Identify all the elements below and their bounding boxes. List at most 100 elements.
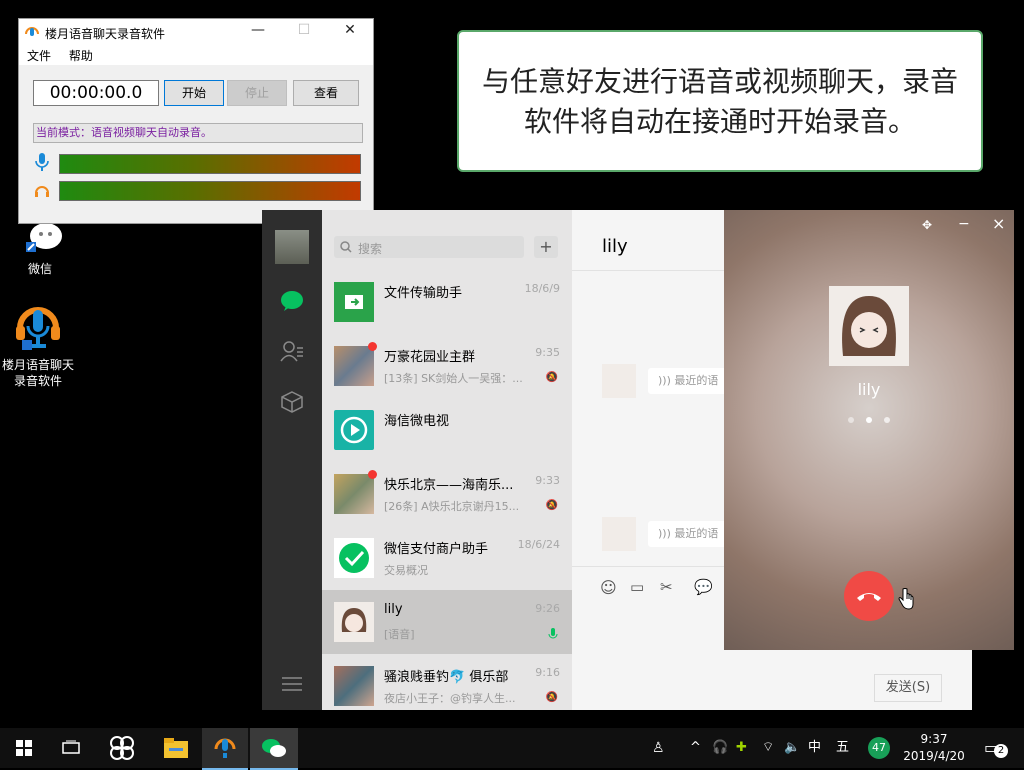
mute-icon: 🔕 <box>545 500 558 511</box>
close-button[interactable]: × <box>992 214 1005 233</box>
pin-button[interactable]: ✥ <box>922 218 932 232</box>
chat-title: lily <box>602 236 628 257</box>
item-time: 9:35 <box>535 346 560 359</box>
volume-icon[interactable]: 🔈 <box>784 728 800 768</box>
network-icon[interactable]: ⌔ <box>762 728 774 768</box>
microphone-icon <box>548 628 558 639</box>
close-button[interactable]: ✕ <box>327 22 373 38</box>
clock[interactable]: 9:37 2019/4/20 <box>896 731 972 765</box>
timer-display: 00:00:00.0 <box>33 80 159 106</box>
minimize-button[interactable]: — <box>235 22 281 38</box>
phone-hangup-icon <box>857 593 881 601</box>
item-name: 万豪花园业主群 <box>384 350 476 365</box>
list-item[interactable]: 文件传输助手 18/6/9 <box>322 270 572 334</box>
item-name: 快乐北京——海南乐... <box>384 478 514 493</box>
callee-avatar <box>829 286 909 366</box>
taskbar-wechat[interactable] <box>250 728 298 770</box>
voice-wave-icon: ))) <box>658 374 671 387</box>
ime-lang[interactable]: 中 <box>808 728 821 768</box>
item-name: 海信微电视 <box>384 414 450 429</box>
list-item[interactable]: 微信支付商户助手 18/6/24 交易概况 <box>322 526 572 590</box>
wechat-icon <box>262 739 286 757</box>
send-button[interactable]: 发送(S) <box>874 674 942 702</box>
clock-date: 2019/4/20 <box>903 749 965 763</box>
play-icon <box>340 416 368 444</box>
wechat-nav <box>262 210 322 710</box>
list-item[interactable]: 骚浪贱垂钓🐬 俱乐部 9:16 夜店小王子：@钓享人生... 🔕 <box>322 654 572 718</box>
recorder-window: 楼月语音聊天录音软件 — ☐ ✕ 文件 帮助 00:00:00.0 开始 停止 … <box>18 18 374 224</box>
pinwheel-app-icon[interactable] <box>110 736 134 760</box>
desktop-icon-label: 楼月语音聊天 录音软件 <box>2 358 75 388</box>
hangup-button[interactable] <box>844 571 894 621</box>
menu-file[interactable]: 文件 <box>27 49 51 63</box>
list-item[interactable]: 快乐北京——海南乐... 9:33 [26条] A快乐北京谢丹15... 🔕 <box>322 462 572 526</box>
clock-time: 9:37 <box>920 732 948 746</box>
chevron-up-icon[interactable]: ^ <box>690 728 701 768</box>
conversation-list: 搜索 + 文件传输助手 18/6/9 万豪花园业主群 9:35 [13条] SK… <box>322 210 572 710</box>
check-icon <box>339 543 369 573</box>
chat-icon[interactable] <box>280 290 304 312</box>
desktop-icon-recorder[interactable]: 楼月语音聊天 录音软件 <box>2 300 74 389</box>
notification-icon[interactable]: ▭ 2 <box>984 738 1008 758</box>
speaker-level-meter <box>59 181 361 201</box>
item-time: 9:26 <box>535 602 560 615</box>
group-avatar <box>334 666 374 706</box>
item-name: 文件传输助手 <box>384 286 463 301</box>
add-button[interactable]: + <box>534 236 558 258</box>
scissors-icon[interactable]: ✂ <box>660 578 673 596</box>
list-item[interactable]: 海信微电视 <box>322 398 572 462</box>
item-time: 9:16 <box>535 666 560 679</box>
recorder-titlebar[interactable]: 楼月语音聊天录音软件 — ☐ ✕ <box>19 19 373 47</box>
item-preview: [语音] <box>384 628 415 641</box>
recorder-tray-icon[interactable]: 🎧 <box>712 728 728 768</box>
taskbar-recorder[interactable] <box>202 728 248 770</box>
windows-start-icon[interactable] <box>16 740 32 756</box>
menu-help[interactable]: 帮助 <box>69 49 93 63</box>
item-preview: 夜店小王子：@钓享人生... <box>384 692 516 705</box>
headphones-icon <box>35 186 49 197</box>
recorder-menubar: 文件 帮助 <box>19 47 373 65</box>
notification-count: 2 <box>994 744 1008 758</box>
headset-mic-icon <box>16 307 60 350</box>
minimize-button[interactable]: − <box>958 216 970 232</box>
item-preview: 交易概况 <box>384 564 428 577</box>
headset-mic-icon <box>214 738 236 758</box>
folder-icon[interactable]: ▭ <box>630 578 644 596</box>
unread-dot <box>368 470 377 479</box>
list-item-selected[interactable]: lily 9:26 [语音] <box>322 590 572 654</box>
mute-icon: 🔕 <box>545 692 558 703</box>
connecting-dot <box>866 417 872 423</box>
maximize-button[interactable]: ☐ <box>281 22 327 38</box>
search-input[interactable]: 搜索 <box>334 236 524 258</box>
item-preview: [26条] A快乐北京谢丹15... <box>384 500 520 513</box>
menu-icon[interactable] <box>282 676 302 692</box>
voice-wave-icon: ))) <box>658 527 671 540</box>
search-placeholder: 搜索 <box>358 242 383 256</box>
avatar[interactable] <box>275 230 309 264</box>
item-time: 9:33 <box>535 474 560 487</box>
file-explorer-icon[interactable] <box>164 738 188 758</box>
green-plus-icon[interactable]: ✚ <box>736 728 747 768</box>
file-transfer-avatar <box>334 282 374 322</box>
folder-icon <box>345 295 363 309</box>
hand-cursor-icon <box>898 588 914 610</box>
instruction-box: 与任意好友进行语音或视频聊天，录音软件将自动在接通时开始录音。 <box>457 30 983 172</box>
item-name: 骚浪贱垂钓🐬 俱乐部 <box>384 670 509 685</box>
wechat-pay-avatar <box>334 538 374 578</box>
ime-mode[interactable]: 五 <box>836 728 849 768</box>
emoji-icon[interactable]: ☺ <box>600 578 617 597</box>
instruction-text: 与任意好友进行语音或视频聊天，录音软件将自动在接通时开始录音。 <box>481 65 958 138</box>
people-icon[interactable]: ♙ <box>652 728 665 768</box>
desktop-icon-label: 微信 <box>27 262 52 276</box>
favorites-box-icon[interactable] <box>280 390 304 414</box>
task-view-icon[interactable] <box>62 740 80 756</box>
group-avatar <box>334 346 374 386</box>
stop-button[interactable]: 停止 <box>227 80 287 106</box>
start-button[interactable]: 开始 <box>164 80 224 106</box>
contacts-icon[interactable] <box>280 340 304 362</box>
lily-avatar <box>602 517 636 551</box>
security-badge[interactable]: 47 <box>868 737 890 759</box>
list-item[interactable]: 万豪花园业主群 9:35 [13条] SK剑始人一吴强：... 🔕 <box>322 334 572 398</box>
chat-history-icon[interactable]: 💬 <box>694 578 713 596</box>
view-button[interactable]: 查看 <box>293 80 359 106</box>
